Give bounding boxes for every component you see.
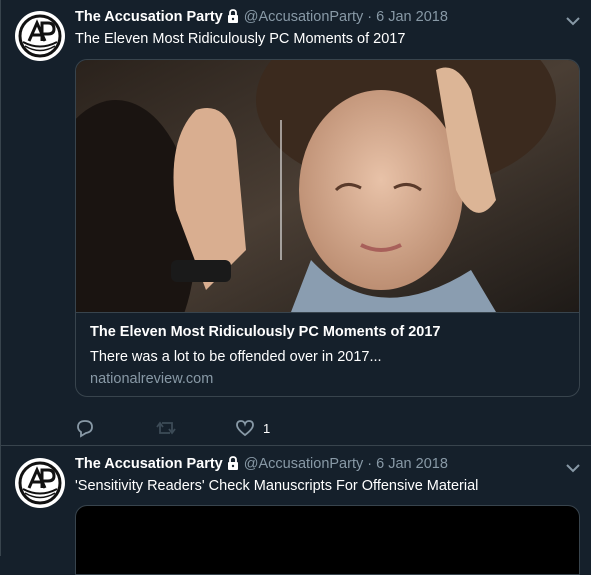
reply-icon: [77, 420, 93, 438]
separator-dot: ·: [367, 456, 373, 472]
tweet-header: The Accusation Party @AccusationParty · 6…: [75, 9, 448, 29]
separator-dot: ·: [367, 9, 373, 25]
card-title: The Eleven Most Ridiculously PC Moments …: [90, 324, 441, 340]
card-image: [76, 60, 579, 312]
avatar[interactable]: [15, 458, 65, 508]
lock-icon: [227, 456, 238, 470]
like-button[interactable]: 1: [235, 417, 270, 439]
tweet-text: The Eleven Most Ridiculously PC Moments …: [75, 31, 406, 47]
tweet[interactable]: The Accusation Party @AccusationParty · 6…: [0, 0, 591, 446]
author-name[interactable]: The Accusation Party: [75, 9, 223, 25]
like-count: 1: [263, 420, 271, 436]
link-card[interactable]: The Eleven Most Ridiculously PC Moments …: [75, 59, 580, 397]
author-handle[interactable]: @AccusationParty: [244, 456, 364, 472]
card-domain: nationalreview.com: [90, 371, 214, 387]
tweet-date[interactable]: 6 Jan 2018: [376, 9, 448, 25]
tweet[interactable]: The Accusation Party @AccusationParty · 6…: [0, 446, 591, 575]
author-handle[interactable]: @AccusationParty: [244, 9, 364, 25]
chevron-down-icon[interactable]: [565, 15, 581, 27]
tweet-date[interactable]: 6 Jan 2018: [376, 456, 448, 472]
card-description: There was a lot to be offended over in 2…: [90, 349, 382, 365]
chevron-down-icon[interactable]: [565, 462, 581, 474]
media-card[interactable]: [75, 505, 580, 575]
accusation-party-logo: [16, 12, 64, 60]
accusation-party-logo: [16, 459, 64, 507]
avatar[interactable]: [15, 11, 65, 61]
tweet-text: 'Sensitivity Readers' Check Manuscripts …: [75, 478, 479, 494]
author-name[interactable]: The Accusation Party: [75, 456, 223, 472]
tweet-actions: 1: [75, 417, 475, 439]
reply-button[interactable]: [75, 417, 95, 439]
lock-icon: [227, 9, 238, 23]
tweet-header: The Accusation Party @AccusationParty · 6…: [75, 456, 448, 476]
retweet-button[interactable]: [155, 417, 177, 439]
heart-icon: [236, 420, 254, 437]
retweet-icon: [156, 421, 176, 435]
card-body: The Eleven Most Ridiculously PC Moments …: [76, 312, 579, 396]
